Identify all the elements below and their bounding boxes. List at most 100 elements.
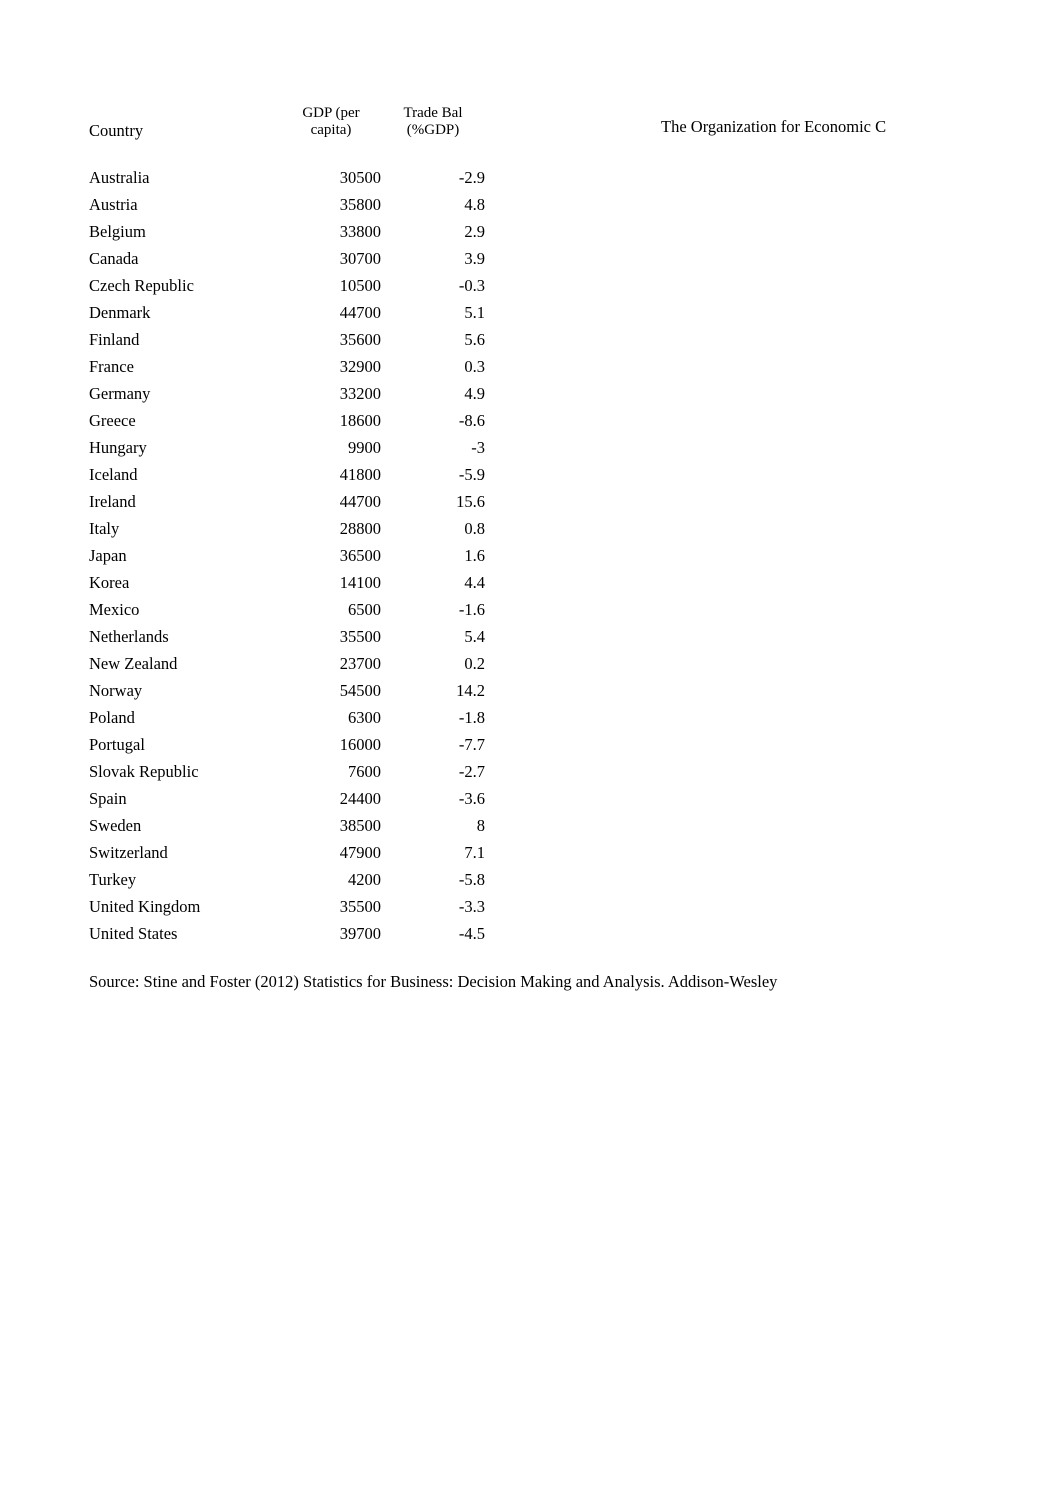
table-row: France 32900 0.3 [89,353,485,380]
cell-country: Sweden [89,815,142,835]
cell-trade-balance: 0.3 [464,356,485,376]
cell-country: Ireland [89,491,136,511]
cell-trade-balance: -5.9 [458,464,485,484]
cell-country: Mexico [89,599,140,619]
cell-trade-balance: -3 [471,437,485,457]
table-row: Portugal 16000 -7.7 [89,731,485,758]
cell-country: Canada [89,248,139,268]
column-header-trade-balance-line2: (%GDP) [406,122,460,139]
cell-trade-balance: -1.6 [458,599,485,619]
cell-trade-balance: 15.6 [456,491,485,511]
cell-trade-balance: 14.2 [456,680,485,700]
table-row: Italy 28800 0.8 [89,515,485,542]
cell-country: Austria [89,194,138,214]
table-row: Iceland 41800 -5.9 [89,461,485,488]
table-header-row: Country GDP (per capita) Trade Bal (%GDP… [89,105,485,140]
cell-gdp: 41800 [339,464,381,484]
column-header-trade-balance: Trade Bal (%GDP) [381,105,485,140]
table-row: Belgium 33800 2.9 [89,218,485,245]
cell-gdp: 23700 [339,653,381,673]
column-header-country: Country [89,120,144,140]
cell-trade-balance: 5.4 [464,626,485,646]
cell-trade-balance: -4.5 [458,923,485,943]
cell-country: Switzerland [89,842,168,862]
table-row: Czech Republic 10500 -0.3 [89,272,485,299]
cell-trade-balance: 0.8 [464,518,485,538]
cell-trade-balance: -8.6 [458,410,485,430]
data-table-container: Country GDP (per capita) Trade Bal (%GDP… [89,105,485,947]
table-row: Netherlands 35500 5.4 [89,623,485,650]
cell-gdp: 38500 [339,815,381,835]
cell-gdp: 4200 [348,869,381,889]
cell-country: Spain [89,788,127,808]
table-row: Hungary 9900 -3 [89,434,485,461]
cell-gdp: 9900 [348,437,381,457]
cell-gdp: 35500 [339,896,381,916]
cell-gdp: 18600 [339,410,381,430]
table-row: Spain 24400 -3.6 [89,785,485,812]
table-row: Norway 54500 14.2 [89,677,485,704]
cell-gdp: 33200 [339,383,381,403]
table-row: Austria 35800 4.8 [89,191,485,218]
cell-trade-balance: -0.3 [458,275,485,295]
cell-trade-balance: 4.4 [464,572,485,592]
cell-trade-balance: 1.6 [464,545,485,565]
cell-gdp: 16000 [339,734,381,754]
cell-gdp: 35600 [339,329,381,349]
cell-gdp: 44700 [339,302,381,322]
cell-gdp: 7600 [348,761,381,781]
cell-gdp: 35800 [339,194,381,214]
cell-country: United Kingdom [89,896,201,916]
table-row: Korea 14100 4.4 [89,569,485,596]
cell-country: Portugal [89,734,145,754]
cell-country: Korea [89,572,130,592]
cell-country: Hungary [89,437,147,457]
table-row: Ireland 44700 15.6 [89,488,485,515]
cell-country: Finland [89,329,140,349]
cell-gdp: 47900 [339,842,381,862]
source-citation: Source: Stine and Foster (2012) Statisti… [89,972,778,991]
cell-trade-balance: 4.9 [464,383,485,403]
table-row: United States 39700 -4.5 [89,920,485,947]
cell-trade-balance: -5.8 [458,869,485,889]
cell-country: United States [89,923,178,943]
cell-trade-balance: 4.8 [464,194,485,214]
table-row: Finland 35600 5.6 [89,326,485,353]
cell-country: Germany [89,383,151,403]
table-row: Mexico 6500 -1.6 [89,596,485,623]
table-row: Sweden 38500 8 [89,812,485,839]
table-row: Germany 33200 4.9 [89,380,485,407]
cell-trade-balance: 5.1 [464,302,485,322]
cell-gdp: 36500 [339,545,381,565]
cell-trade-balance: 7.1 [464,842,485,862]
cell-gdp: 10500 [339,275,381,295]
column-header-gdp-line2: capita) [310,122,352,139]
table-row: Slovak Republic 7600 -2.7 [89,758,485,785]
cell-country: Iceland [89,464,138,484]
cell-country: New Zealand [89,653,178,673]
cell-trade-balance: 5.6 [464,329,485,349]
cell-trade-balance: -2.7 [458,761,485,781]
header-body-spacer [89,140,485,164]
table-row: Australia 30500 -2.9 [89,164,485,191]
cell-country: Greece [89,410,136,430]
document-page: Country GDP (per capita) Trade Bal (%GDP… [0,0,1062,1506]
cell-gdp: 30500 [339,167,381,187]
cell-gdp: 44700 [339,491,381,511]
cell-trade-balance: 0.2 [464,653,485,673]
cell-country: Italy [89,518,120,538]
cell-country: Norway [89,680,143,700]
table-row: Canada 30700 3.9 [89,245,485,272]
table-row: Denmark 44700 5.1 [89,299,485,326]
cell-country: Australia [89,167,150,187]
cell-gdp: 6300 [348,707,381,727]
cell-country: Japan [89,545,127,565]
cell-gdp: 30700 [339,248,381,268]
country-economics-table: Country GDP (per capita) Trade Bal (%GDP… [89,105,485,947]
table-row: Turkey 4200 -5.8 [89,866,485,893]
cell-gdp: 39700 [339,923,381,943]
cell-gdp: 28800 [339,518,381,538]
cell-country: Belgium [89,221,146,241]
table-row: Switzerland 47900 7.1 [89,839,485,866]
table-row: New Zealand 23700 0.2 [89,650,485,677]
